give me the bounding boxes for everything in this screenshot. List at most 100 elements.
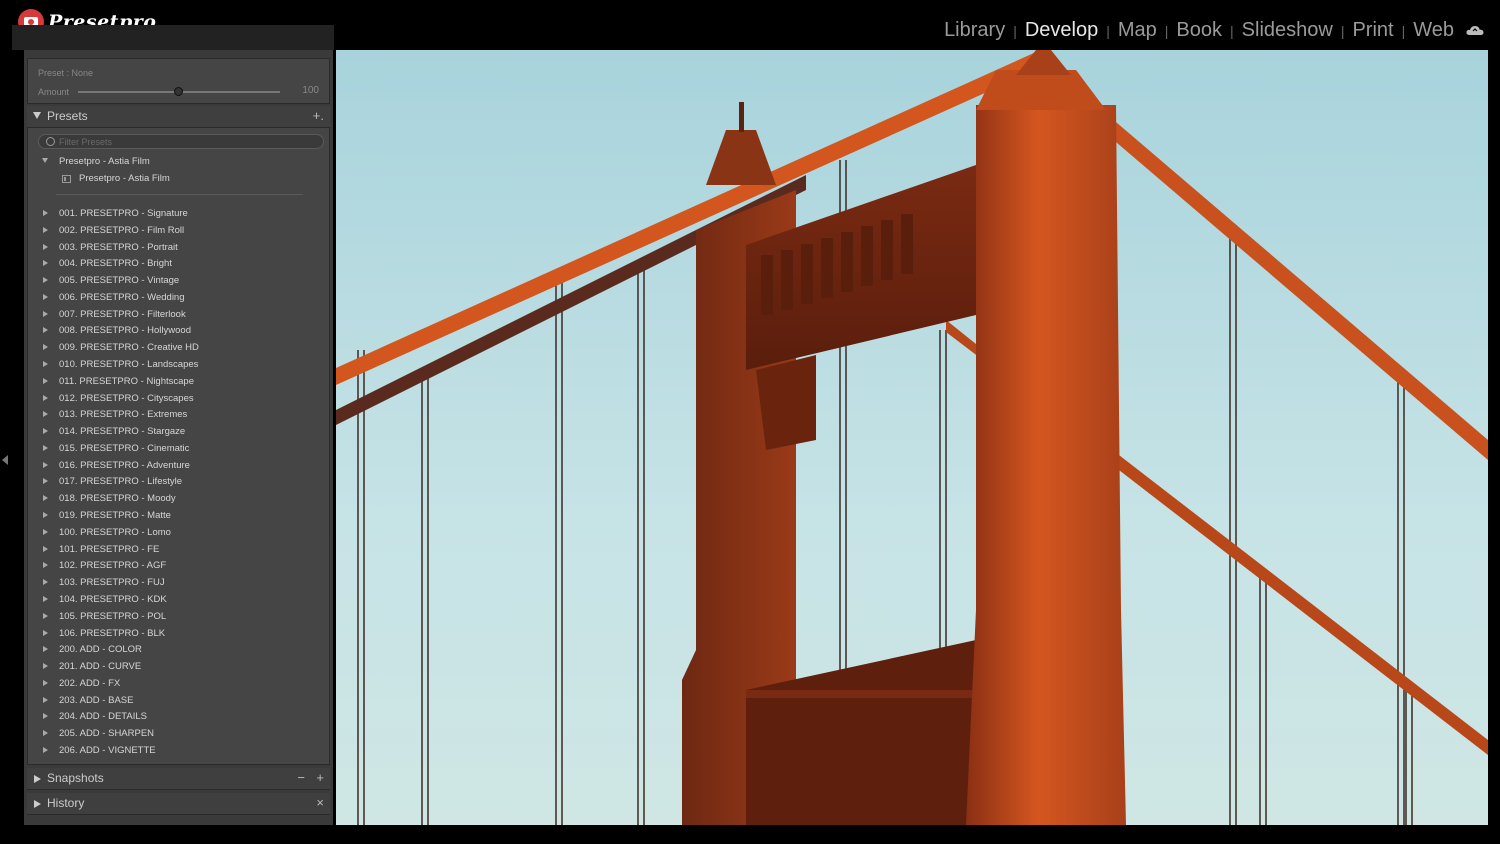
preset-group[interactable]: 004. PRESETPRO - Bright [59,258,172,269]
module-develop[interactable]: Develop [1025,19,1098,42]
left-panel-toggle-icon[interactable] [2,455,8,465]
remove-snapshot-button[interactable]: − [297,770,305,785]
search-icon [46,137,55,146]
expand-triangle-icon[interactable] [43,277,48,284]
expand-triangle-icon[interactable] [43,646,48,653]
filter-presets-box[interactable] [38,134,324,149]
preset-group[interactable]: 001. PRESETPRO - Signature [59,208,188,219]
amount-slider-thumb[interactable] [174,87,183,96]
expand-triangle-icon[interactable] [43,730,48,737]
snapshots-header[interactable]: Snapshots − + [27,768,330,790]
amount-label: Amount [38,87,70,97]
module-separator: | [1401,22,1406,39]
preset-group[interactable]: 009. PRESETPRO - Creative HD [59,342,199,353]
preset-label: Preset : None [38,68,94,78]
preset-group[interactable]: 200. ADD - COLOR [59,644,142,655]
expand-triangle-icon[interactable] [43,713,48,720]
expand-triangle-icon[interactable] [42,158,48,163]
expand-triangle-icon[interactable] [43,461,48,468]
expand-triangle-icon[interactable] [43,545,48,552]
expand-triangle-icon[interactable] [43,226,48,233]
expand-triangle-icon[interactable] [43,562,48,569]
expand-triangle-icon[interactable] [43,243,48,250]
module-slideshow[interactable]: Slideshow [1242,19,1333,42]
preset-group[interactable]: 008. PRESETPRO - Hollywood [59,325,191,336]
expand-triangle-icon[interactable] [43,344,48,351]
presets-header[interactable]: Presets +. [27,106,330,128]
preset-group[interactable]: 007. PRESETPRO - Filterlook [59,309,186,320]
expand-triangle-icon[interactable] [43,428,48,435]
expand-triangle-icon[interactable] [43,411,48,418]
presets-title: Presets [47,109,88,123]
collapse-triangle-icon[interactable] [33,112,41,119]
preset-group[interactable]: 101. PRESETPRO - FE [59,544,159,555]
preset-group[interactable]: 106. PRESETPRO - BLK [59,628,165,639]
expand-triangle-icon[interactable] [43,293,48,300]
expand-triangle-icon[interactable] [43,579,48,586]
preset-group[interactable]: 017. PRESETPRO - Lifestyle [59,476,182,487]
expand-triangle-icon[interactable] [43,595,48,602]
preset-group[interactable]: 019. PRESETPRO - Matte [59,510,171,521]
expand-triangle-icon[interactable] [43,210,48,216]
expand-triangle-icon[interactable] [43,327,48,334]
expand-triangle-icon[interactable] [43,696,48,703]
module-library[interactable]: Library [944,19,1005,42]
expand-triangle-icon[interactable] [43,679,48,686]
preset-group[interactable]: 011. PRESETPRO - Nightscape [59,376,194,387]
photo-canvas[interactable] [336,50,1488,825]
expand-triangle-icon[interactable] [43,528,48,535]
preset-group[interactable]: 006. PRESETPRO - Wedding [59,292,185,303]
expand-triangle-icon[interactable] [43,260,48,267]
add-preset-button[interactable]: +. [313,108,324,123]
expand-triangle-icon[interactable] [43,377,48,384]
preset-group[interactable]: 010. PRESETPRO - Landscapes [59,359,198,370]
preset-group[interactable]: 105. PRESETPRO - POL [59,611,166,622]
preset-group[interactable]: 100. PRESETPRO - Lomo [59,527,171,538]
preset-group[interactable]: 204. ADD - DETAILS [59,711,147,722]
expand-triangle-icon[interactable] [43,746,48,753]
expand-triangle-icon[interactable] [43,663,48,670]
cloud-sync-icon[interactable] [1466,25,1484,36]
filter-presets-input[interactable] [59,136,309,148]
preset-group[interactable]: 013. PRESETPRO - Extremes [59,409,187,420]
preset-group[interactable]: 206. ADD - VIGNETTE [59,745,156,756]
preset-group-open[interactable]: Presetpro - Astia Film [59,156,150,167]
preset-group[interactable]: 201. ADD - CURVE [59,661,141,672]
history-header[interactable]: History × [27,793,330,815]
module-separator: | [1106,22,1110,39]
preset-item[interactable]: Presetpro - Astia Film [79,173,170,184]
expand-triangle-icon[interactable] [43,512,48,519]
preset-group[interactable]: 102. PRESETPRO - AGF [59,560,166,571]
module-map[interactable]: Map [1118,19,1157,42]
expand-triangle-icon[interactable] [43,629,48,636]
preset-group[interactable]: 012. PRESETPRO - Cityscapes [59,393,194,404]
expand-triangle-icon[interactable] [34,775,41,783]
module-web[interactable]: Web [1413,19,1454,42]
expand-triangle-icon[interactable] [43,361,48,368]
expand-triangle-icon[interactable] [34,800,41,808]
snapshots-title: Snapshots [47,771,104,785]
expand-triangle-icon[interactable] [43,495,48,502]
preset-group[interactable]: 016. PRESETPRO - Adventure [59,460,190,471]
preset-group[interactable]: 002. PRESETPRO - Film Roll [59,225,184,236]
add-snapshot-button[interactable]: + [316,770,324,785]
expand-triangle-icon[interactable] [43,444,48,451]
preset-group[interactable]: 018. PRESETPRO - Moody [59,493,176,504]
preset-group[interactable]: 005. PRESETPRO - Vintage [59,275,179,286]
preset-group[interactable]: 015. PRESETPRO - Cinematic [59,443,189,454]
expand-triangle-icon[interactable] [43,612,48,619]
module-book[interactable]: Book [1176,19,1222,42]
preset-group[interactable]: 103. PRESETPRO - FUJ [59,577,165,588]
preset-group[interactable]: 014. PRESETPRO - Stargaze [59,426,185,437]
preset-group[interactable]: 203. ADD - BASE [59,695,133,706]
preset-group[interactable]: 003. PRESETPRO - Portrait [59,242,178,253]
clear-history-button[interactable]: × [316,795,324,810]
preset-group[interactable]: 202. ADD - FX [59,678,120,689]
module-separator: | [1340,22,1345,39]
expand-triangle-icon[interactable] [43,394,48,401]
expand-triangle-icon[interactable] [43,310,48,317]
preset-group[interactable]: 205. ADD - SHARPEN [59,728,154,739]
preset-group[interactable]: 104. PRESETPRO - KDK [59,594,167,605]
module-print[interactable]: Print [1352,19,1393,42]
expand-triangle-icon[interactable] [43,478,48,485]
